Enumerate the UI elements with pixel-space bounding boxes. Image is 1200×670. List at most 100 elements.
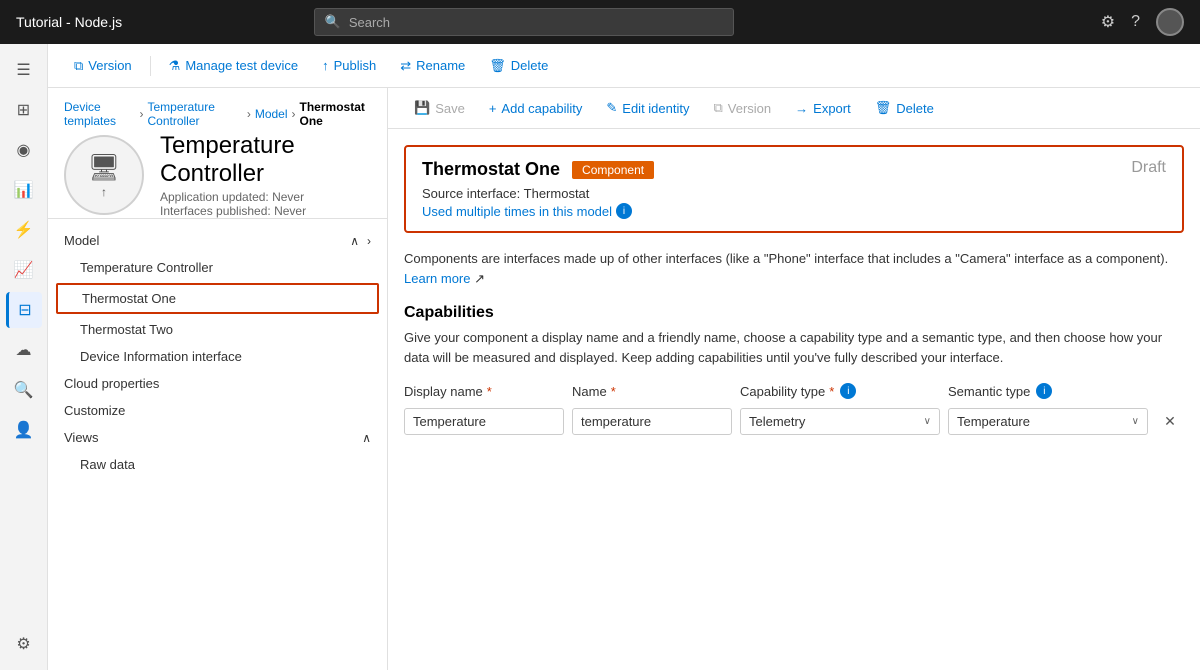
rail-search2[interactable]: 🔍 [6,372,42,408]
external-link-icon: ↗ [474,271,485,286]
device-icon: 🖥 ↑ [64,135,144,215]
toolbar: ⧉ Version ⚗ Manage test device ↑ Publish… [48,44,1200,88]
rail-globe[interactable]: ◉ [6,132,42,168]
device-meta: Application updated: Never Interfaces pu… [160,190,371,218]
semantic-type-select[interactable]: Temperature ∨ [948,408,1148,435]
rename-icon: ⇄ [400,58,411,74]
capabilities-title: Capabilities [404,304,1184,322]
search-bar[interactable]: 🔍 [314,8,734,36]
rail-lightning[interactable]: ⚡ [6,212,42,248]
capabilities-desc: Give your component a display name and a… [404,328,1184,367]
model-tree: Model ∧ › Temperature Controller Thermos… [48,219,387,670]
breadcrumb-current: Thermostat One [300,100,371,128]
delete-sub-icon: 🗑 [875,100,892,116]
add-capability-button[interactable]: + Add capability [479,97,593,120]
content-area: Device templates › Temperature Controlle… [48,88,1200,670]
capability-type-chevron: ∨ [924,416,931,427]
rail-cloud[interactable]: ☁ [6,332,42,368]
rail-hamburger[interactable]: ☰ [6,52,42,88]
component-used: Used multiple times in this model i [422,203,1166,219]
search-icon: 🔍 [325,14,341,30]
info-icon[interactable]: i [616,203,632,219]
model-label: Model [64,233,99,248]
publish-button[interactable]: ↑ Publish [312,54,386,77]
avatar[interactable] [1156,8,1184,36]
views-chevron[interactable]: ∧ [362,431,371,445]
tree-item-temperature-controller[interactable]: Temperature Controller [48,254,387,281]
manage-test-icon: ⚗ [169,58,181,74]
draft-label: Draft [1131,159,1166,177]
rail-grid[interactable]: ⊞ [6,92,42,128]
tree-item-thermostat-one[interactable]: Thermostat One [56,283,379,314]
version-sub-button[interactable]: ⧉ Version [703,96,781,120]
delete-icon: 🗑 [489,58,506,74]
breadcrumb-device-templates[interactable]: Device templates [64,100,136,128]
tree-item-raw-data[interactable]: Raw data [48,451,387,478]
rail-settings[interactable]: ⚙ [6,626,42,662]
top-bar: Tutorial - Node.js 🔍 ⚙ ? [0,0,1200,44]
learn-more-link[interactable]: Learn more [404,271,470,286]
capability-type-label: Capability type * i [740,383,940,399]
required-star-3: * [829,384,834,399]
required-star-2: * [611,384,616,399]
app-title: Tutorial - Node.js [16,14,122,30]
header-section: Device templates › Temperature Controlle… [48,88,387,219]
breadcrumb: Device templates › Temperature Controlle… [64,100,371,128]
gear-icon[interactable]: ⚙ [1101,12,1115,32]
rail-chart[interactable]: 📊 [6,172,42,208]
display-name-input[interactable] [404,408,564,435]
save-icon: 💾 [414,100,430,116]
save-button[interactable]: 💾 Save [404,96,475,120]
collapse-icon[interactable]: ∧ [350,234,359,248]
detail-area: Thermostat One Component Draft Source in… [388,129,1200,451]
tree-item-customize[interactable]: Customize [48,397,387,424]
breadcrumb-sep-3: › [292,107,296,121]
app-body: ☰ ⊞ ◉ 📊 ⚡ 📈 ⊟ ☁ 🔍 👤 ⚙ ⧉ Version ⚗ Manage… [0,44,1200,670]
breadcrumb-sep-1: › [140,107,144,121]
rename-button[interactable]: ⇄ Rename [390,54,475,78]
name-input[interactable] [572,408,732,435]
icon-rail: ☰ ⊞ ◉ 📊 ⚡ 📈 ⊟ ☁ 🔍 👤 ⚙ [0,44,48,670]
search-input[interactable] [349,15,723,30]
version-sub-icon: ⧉ [713,100,722,116]
capabilities-section: Capabilities Give your component a displ… [404,304,1184,435]
header-main: 🖥 ↑ Temperature Controller Application u… [64,132,371,218]
tree-item-thermostat-two[interactable]: Thermostat Two [48,316,387,343]
display-name-label: Display name * [404,384,564,399]
tree-item-device-information[interactable]: Device Information interface [48,343,387,370]
views-section-header[interactable]: Views ∧ [48,424,387,451]
row-delete-button[interactable]: ✕ [1156,407,1184,435]
rail-template[interactable]: ⊟ [6,292,42,328]
description-text: Components are interfaces made up of oth… [404,249,1184,288]
model-section-header[interactable]: Model ∧ › [48,227,387,254]
breadcrumb-temperature-controller[interactable]: Temperature Controller [148,100,243,128]
edit-identity-icon: ✎ [606,100,617,116]
delete-sub-button[interactable]: 🗑 Delete [865,96,944,120]
rail-users[interactable]: 👤 [6,412,42,448]
meta-updated: Application updated: Never [160,190,304,204]
manage-test-button[interactable]: ⚗ Manage test device [159,54,308,78]
fields-row: Telemetry ∨ Temperature ∨ ✕ ∨ [404,407,1184,435]
version-button[interactable]: ⧉ Version [64,54,142,78]
semantic-info-icon[interactable]: i [1036,383,1052,399]
toolbar-sep-1 [150,56,151,76]
capability-info-icon[interactable]: i [840,383,856,399]
rail-graph[interactable]: 📈 [6,252,42,288]
delete-button[interactable]: 🗑 Delete [479,54,558,78]
breadcrumb-model[interactable]: Model [255,107,288,121]
device-info: Temperature Controller Application updat… [160,132,371,218]
add-capability-icon: + [489,101,497,116]
publish-icon: ↑ [322,58,329,73]
right-panel: 💾 Save + Add capability ✎ Edit identity … [388,88,1200,670]
meta-published: Interfaces published: Never [160,204,306,218]
component-source: Source interface: Thermostat [422,186,1166,201]
left-panel: Device templates › Temperature Controlle… [48,88,388,670]
breadcrumb-sep-2: › [247,107,251,121]
help-icon[interactable]: ? [1131,13,1140,31]
edit-identity-button[interactable]: ✎ Edit identity [596,96,699,120]
capability-type-select[interactable]: Telemetry ∨ [740,408,940,435]
export-button[interactable]: → Export [785,97,861,120]
device-title: Temperature Controller [160,132,371,188]
expand-icon[interactable]: › [367,234,371,248]
tree-item-cloud-properties[interactable]: Cloud properties [48,370,387,397]
